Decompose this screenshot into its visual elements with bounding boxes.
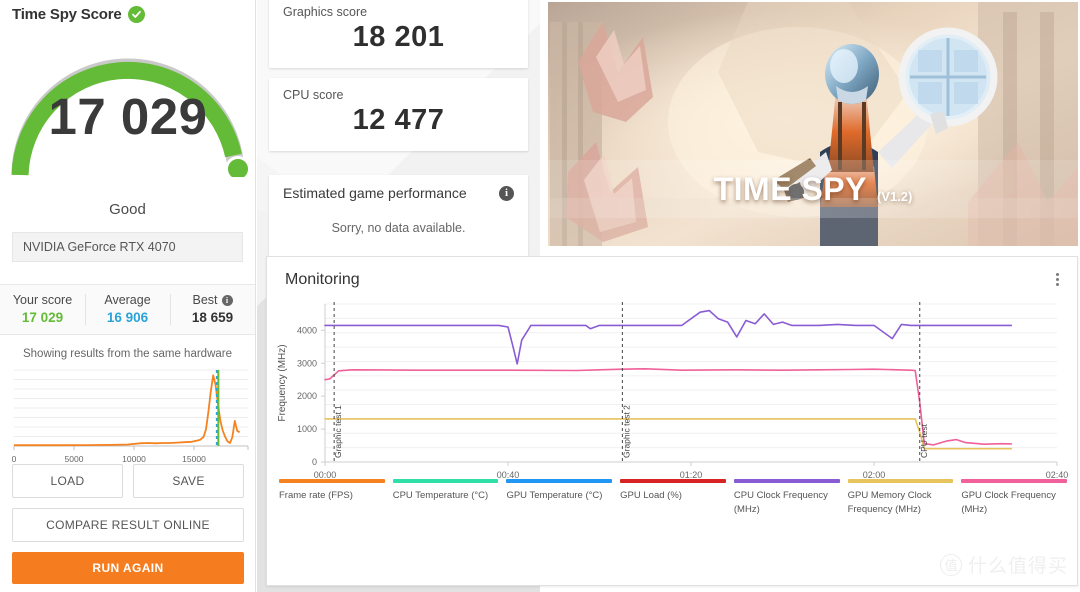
page-title: Time Spy Score (0, 0, 255, 23)
svg-text:Frequency (MHz): Frequency (MHz) (277, 344, 288, 421)
legend-item: CPU Temperature (°C) (389, 479, 503, 517)
stat-best-label: Best (192, 293, 218, 307)
info-icon[interactable]: i (221, 294, 233, 306)
graphics-score-value: 18 201 (352, 21, 445, 53)
svg-text:0: 0 (312, 457, 317, 467)
check-circle-icon (128, 6, 146, 23)
svg-text:0: 0 (12, 454, 17, 464)
svg-text:3000: 3000 (297, 358, 317, 368)
stat-average-label: Average (104, 293, 151, 307)
legend-label: GPU Clock Frequency (MHz) (961, 490, 1056, 515)
score-comparison-row: Your score 17 029 Average 16 906 Best i … (0, 284, 255, 335)
legend-item: GPU Memory Clock Frequency (MHz) (844, 479, 958, 517)
legend-color-swatch (392, 479, 499, 483)
legend-item: Frame rate (FPS) (275, 479, 389, 517)
load-button[interactable]: LOAD (12, 464, 123, 498)
legend-label: GPU Temperature (°C) (506, 490, 603, 501)
svg-text:Graphic test 1: Graphic test 1 (333, 405, 343, 458)
legend-color-swatch (620, 479, 726, 483)
legend-color-swatch (279, 479, 385, 483)
graphics-score-card: Graphics score 18 201 (269, 0, 528, 68)
score-panel: Time Spy Score 17 029 Good NVIDIA GeForc… (0, 0, 256, 592)
stat-your-score: Your score 17 029 (0, 285, 85, 334)
hero-version: (V1.2) (876, 189, 913, 204)
stat-best-value: 18 659 (191, 310, 234, 325)
legend-item: CPU Clock Frequency (MHz) (730, 479, 844, 517)
score-gauge: 17 029 (0, 27, 256, 177)
gpu-name-field: NVIDIA GeForce RTX 4070 (12, 232, 243, 262)
legend-label: CPU Clock Frequency (MHz) (733, 490, 828, 515)
svg-text:15000: 15000 (182, 454, 206, 464)
save-button[interactable]: SAVE (133, 464, 244, 498)
legend-item: GPU Temperature (°C) (502, 479, 616, 517)
cpu-score-value: 12 477 (352, 104, 445, 136)
stat-average: Average 16 906 (85, 285, 170, 334)
legend-color-swatch (847, 479, 954, 483)
hero-title-bar: TIME SPY (V1.2) (548, 160, 1078, 218)
monitoring-title: Monitoring (285, 270, 360, 288)
benchmark-result-screen: Time Spy Score 17 029 Good NVIDIA GeForc… (0, 0, 1080, 592)
svg-text:4000: 4000 (297, 325, 317, 335)
distribution-note: Showing results from the same hardware (22, 348, 232, 360)
svg-text:Graphic test 2: Graphic test 2 (621, 405, 631, 458)
cpu-score-label: CPU score (283, 88, 344, 102)
compare-result-online-button[interactable]: COMPARE RESULT ONLINE (12, 508, 244, 542)
stat-average-value: 16 906 (106, 310, 149, 325)
svg-text:CPU test: CPU test (919, 423, 929, 458)
score-title-label: Time Spy Score (12, 6, 122, 23)
legend-color-swatch (506, 479, 613, 483)
legend-color-swatch (733, 479, 840, 483)
svg-text:5000: 5000 (65, 454, 84, 464)
stat-best: Best i 18 659 (170, 285, 255, 334)
info-icon[interactable]: i (499, 185, 514, 201)
graphics-score-label: Graphics score (283, 5, 368, 19)
legend-color-swatch (961, 479, 1068, 483)
legend-label: Frame rate (FPS) (279, 490, 353, 501)
score-rating-label: Good (109, 201, 146, 218)
svg-text:10000: 10000 (122, 454, 146, 464)
legend-label: CPU Temperature (°C) (392, 490, 489, 501)
total-score-value: 17 029 (48, 88, 208, 145)
stat-your-score-label: Your score (12, 293, 73, 307)
action-buttons: LOAD SAVE COMPARE RESULT ONLINE RUN AGAI… (0, 464, 256, 584)
cpu-score-card: CPU score 12 477 (269, 78, 528, 151)
estimated-game-performance-card: Estimated game performance i Sorry, no d… (269, 175, 528, 261)
stat-your-score-value: 17 029 (21, 310, 64, 325)
run-again-button[interactable]: RUN AGAIN (12, 552, 244, 584)
svg-text:1000: 1000 (297, 424, 317, 434)
monitoring-panel: Monitoring 0 1000 2000 3000 4000 00:00 00:40 01… (266, 256, 1078, 586)
kebab-menu-icon[interactable] (1052, 269, 1063, 290)
monitoring-legend: Frame rate (FPS) CPU Temperature (°C) GP… (275, 479, 1071, 517)
benchmark-hero-banner: TIME SPY (V1.2) (548, 2, 1078, 246)
legend-item: GPU Clock Frequency (MHz) (957, 479, 1071, 517)
legend-label: GPU Memory Clock Frequency (MHz) (847, 490, 932, 515)
hero-title: TIME SPY (713, 170, 867, 207)
score-distribution-chart: 0 5000 10000 15000 (0, 364, 256, 469)
legend-label: GPU Load (%) (620, 490, 682, 501)
estimated-performance-title: Estimated game performance (283, 185, 467, 201)
legend-item: GPU Load (%) (616, 479, 730, 517)
monitoring-chart: 0 1000 2000 3000 4000 00:00 00:40 01:20 02:00 02:… (267, 290, 1079, 490)
estimated-performance-body: Sorry, no data available. (331, 221, 466, 235)
svg-text:2000: 2000 (297, 391, 317, 401)
